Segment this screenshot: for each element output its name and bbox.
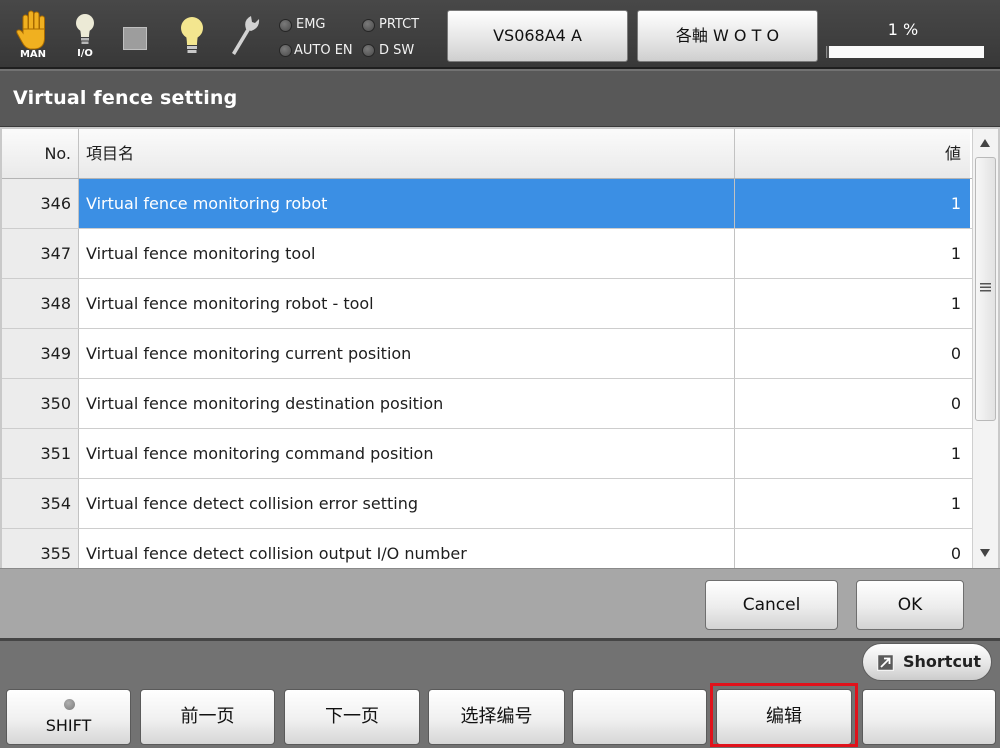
row-item-name: Virtual fence monitoring robot - tool	[79, 279, 735, 328]
ok-button[interactable]: OK	[856, 580, 964, 630]
row-item-name: Virtual fence detect collision error set…	[79, 479, 735, 528]
row-number: 354	[2, 479, 79, 528]
row-item-name: Virtual fence detect collision output I/…	[79, 529, 735, 568]
auto-en-indicator-icon	[279, 44, 292, 57]
table-header: No. 項目名 値	[2, 129, 972, 179]
table-row[interactable]: 354 Virtual fence detect collision error…	[2, 479, 972, 529]
table-row[interactable]: 347 Virtual fence monitoring tool 1	[2, 229, 972, 279]
edit-key[interactable]: 编辑	[716, 689, 852, 745]
prtct-indicator-icon	[362, 19, 375, 32]
scroll-up-arrow-icon[interactable]	[978, 137, 992, 149]
grip-icon	[980, 283, 991, 292]
io-label: I/O	[77, 48, 93, 59]
row-number: 349	[2, 329, 79, 378]
row-item-name: Virtual fence monitoring current positio…	[79, 329, 735, 378]
axis-mode-button[interactable]: 各軸 W O T O	[637, 10, 818, 62]
emg-label: EMG	[296, 17, 326, 32]
speed-bar-fill	[827, 46, 829, 58]
shortcut-button[interactable]: Shortcut	[862, 643, 992, 681]
table-grid: No. 項目名 値 346 Virtual fence monitoring r…	[2, 129, 972, 568]
row-item-name: Virtual fence monitoring robot	[79, 179, 735, 228]
row-number: 355	[2, 529, 79, 568]
dsw-indicator-icon	[362, 44, 375, 57]
shift-key[interactable]: SHIFT	[6, 689, 131, 745]
blank-key[interactable]	[572, 689, 707, 745]
page-title: Virtual fence setting	[13, 87, 238, 109]
speed-bar	[826, 46, 984, 58]
table-row[interactable]: 350 Virtual fence monitoring destination…	[2, 379, 972, 429]
status-bar: MAN I/O EMG PRTCT AUTO EN D SW VS068A4 A…	[0, 0, 1000, 69]
row-value: 1	[950, 294, 961, 313]
dsw-label: D SW	[379, 43, 415, 58]
table-row[interactable]: 351 Virtual fence monitoring command pos…	[2, 429, 972, 479]
mode-label: MAN	[19, 49, 47, 60]
shift-indicator-icon	[63, 699, 75, 710]
emg-indicator-icon	[279, 19, 292, 32]
square-icon[interactable]	[123, 27, 147, 50]
table-row[interactable]: 349 Virtual fence monitoring current pos…	[2, 329, 972, 379]
row-value: 1	[735, 179, 970, 228]
row-item-name: Virtual fence monitoring command positio…	[79, 429, 735, 478]
row-value: 1	[950, 444, 961, 463]
row-value: 1	[950, 494, 961, 513]
robot-type-button[interactable]: VS068A4 A	[447, 10, 628, 62]
row-number: 347	[2, 229, 79, 278]
row-item-name: Virtual fence monitoring destination pos…	[79, 379, 735, 428]
divider	[0, 638, 1000, 641]
parameter-table: No. 項目名 値 346 Virtual fence monitoring r…	[0, 127, 1000, 568]
row-value: 1	[950, 244, 961, 263]
table-row[interactable]: 346 Virtual fence monitoring robot 1	[2, 179, 972, 229]
shift-label: SHIFT	[45, 716, 92, 735]
shortcut-label: Shortcut	[903, 652, 981, 671]
blank-key[interactable]	[862, 689, 996, 745]
row-value: 0	[950, 394, 961, 413]
row-value: 0	[950, 544, 961, 563]
row-number: 350	[2, 379, 79, 428]
scroll-down-arrow-icon[interactable]	[978, 547, 992, 559]
vertical-scrollbar[interactable]	[972, 129, 998, 568]
row-number: 346	[2, 179, 79, 228]
lightbulb-icon[interactable]	[73, 12, 97, 46]
title-bar: Virtual fence setting	[0, 71, 1000, 127]
dialog-button-area	[0, 568, 1000, 638]
row-value: 0	[950, 344, 961, 363]
header-value: 値	[735, 129, 970, 178]
row-number: 348	[2, 279, 79, 328]
speed-label: 1 %	[887, 20, 919, 39]
hand-icon[interactable]	[15, 9, 49, 51]
prev-page-key[interactable]: 前一页	[140, 689, 275, 745]
select-number-key[interactable]: 选择编号	[428, 689, 565, 745]
auto-en-label: AUTO EN	[294, 43, 353, 58]
scrollbar-thumb[interactable]	[975, 157, 996, 421]
prtct-label: PRTCT	[379, 17, 420, 32]
next-page-key[interactable]: 下一页	[284, 689, 420, 745]
row-item-name: Virtual fence monitoring tool	[79, 229, 735, 278]
cancel-button[interactable]: Cancel	[705, 580, 838, 630]
row-number: 351	[2, 429, 79, 478]
external-link-icon	[877, 654, 894, 671]
table-row[interactable]: 355 Virtual fence detect collision outpu…	[2, 529, 972, 568]
wrench-icon[interactable]	[229, 14, 261, 56]
lightbulb-icon[interactable]	[177, 15, 207, 57]
header-name: 項目名	[79, 129, 735, 178]
header-no: No.	[2, 129, 79, 178]
table-row[interactable]: 348 Virtual fence monitoring robot - too…	[2, 279, 972, 329]
